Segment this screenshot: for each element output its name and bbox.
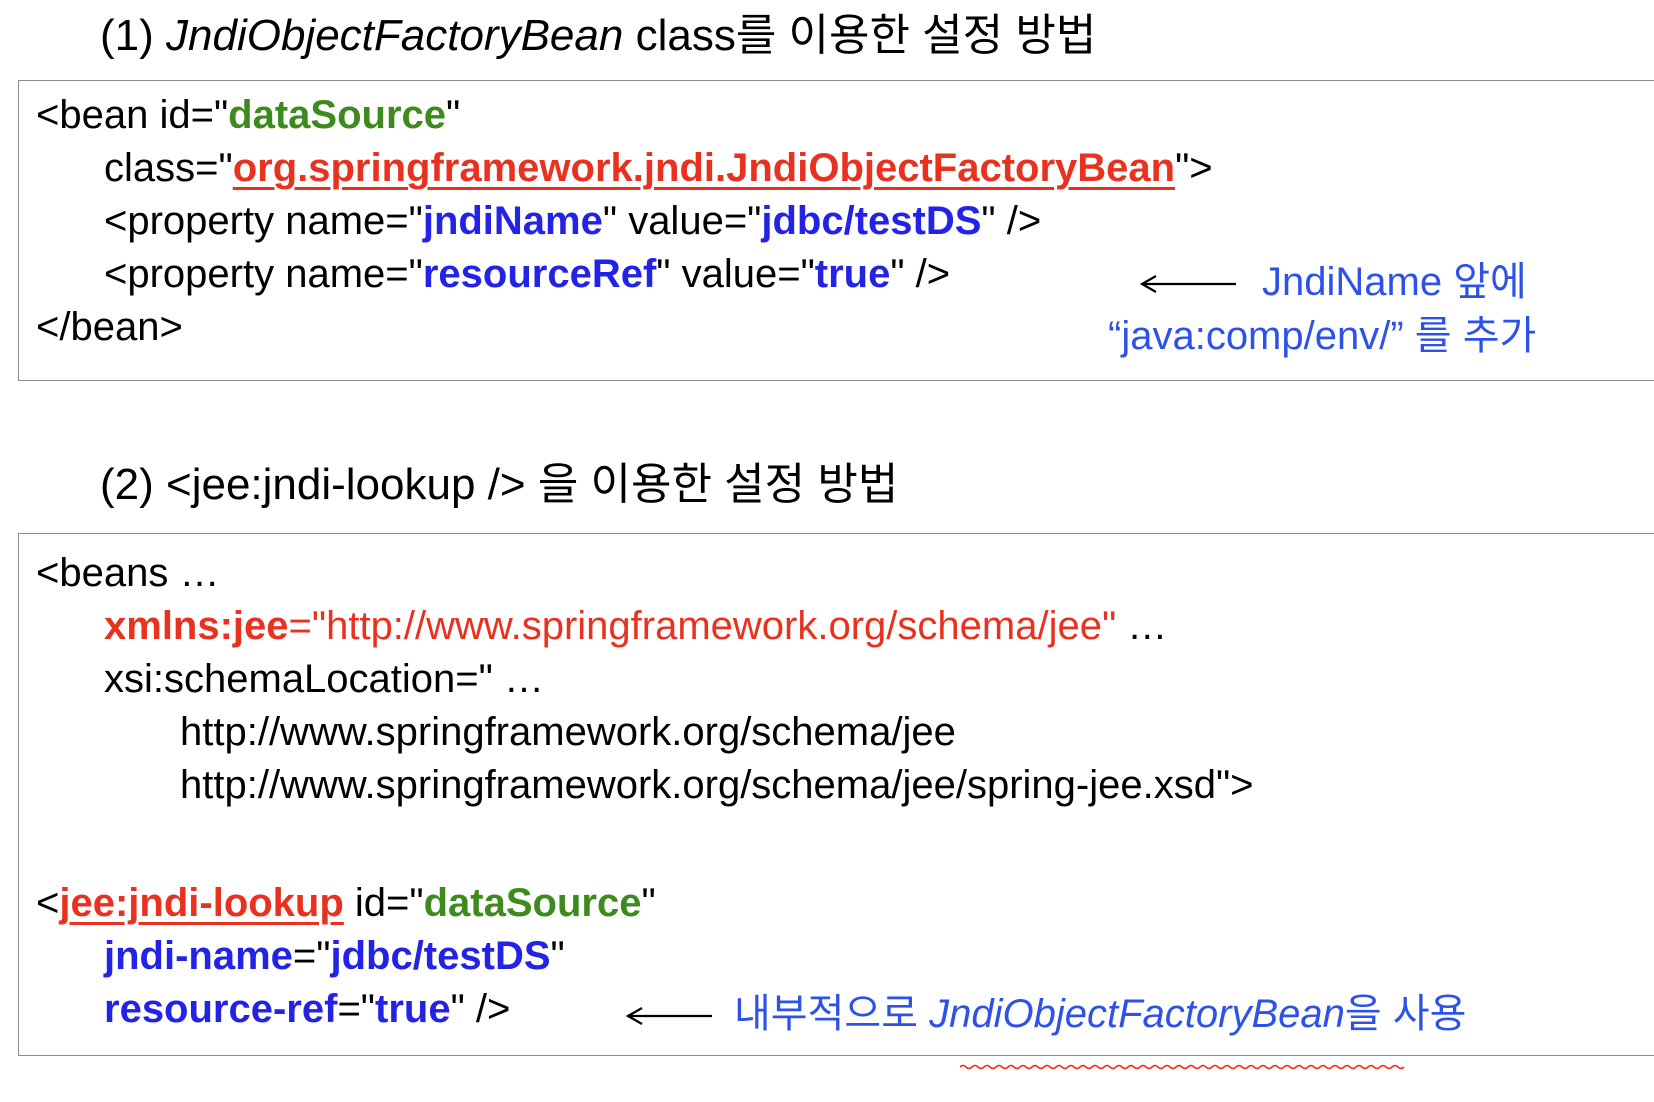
section1-heading-class-name: JndiObjectFactoryBean <box>166 11 624 60</box>
section2-heading-prefix: (2) <box>100 460 166 509</box>
s2-code-line-1: <beans … <box>36 551 220 595</box>
bean-id-value: dataSource <box>423 881 642 925</box>
code-text: <bean id=" <box>36 93 229 137</box>
note-class-name: JndiObjectFactoryBean <box>929 992 1345 1036</box>
code-text: <property name=" <box>104 252 423 296</box>
code-text: " <box>641 881 656 925</box>
jndi-lookup-tag: jee:jndi-lookup <box>59 881 344 925</box>
code-text: <property name=" <box>104 199 423 243</box>
section2-heading-tag: <jee:jndi-lookup /> <box>166 460 526 509</box>
section1-heading-suffix: class를 이용한 설정 방법 <box>623 11 1097 60</box>
s2-code-line-3: xsi:schemaLocation=" … <box>104 657 544 701</box>
code-text: " /> <box>450 987 511 1031</box>
code-text: " /> <box>981 199 1042 243</box>
property-name-value: jndiName <box>422 199 603 243</box>
s2-code-line-2: xmlns:jee="http://www.springframework.or… <box>104 602 1167 650</box>
jndi-name-attribute: jndi-name <box>104 934 293 978</box>
bean-id-value: dataSource <box>228 93 447 137</box>
section1-heading: (1) JndiObjectFactoryBean class를 이용한 설정 … <box>100 9 1096 63</box>
code-text: " value=" <box>602 199 762 243</box>
note-text: 내부적으로 <box>734 992 930 1036</box>
s2-code-line-8: resource-ref="true" /> <box>104 985 510 1033</box>
section2-heading: (2) <jee:jndi-lookup /> 을 이용한 설정 방법 <box>100 458 898 512</box>
property-value: true <box>814 252 891 296</box>
spellcheck-squiggle <box>959 1058 1418 1070</box>
left-arrow-icon <box>624 1006 714 1026</box>
code-text: =" <box>292 934 331 978</box>
s2-code-line-4: http://www.springframework.org/schema/je… <box>180 710 956 754</box>
property-name-value: resourceRef <box>422 252 657 296</box>
s1-code-line-5: </bean> <box>36 305 183 349</box>
property-value: jdbc/testDS <box>761 199 982 243</box>
bean-class-value: org.springframework.jndi.JndiObjectFacto… <box>232 146 1176 190</box>
s1-code-line-2: class="org.springframework.jndi.JndiObje… <box>104 144 1213 192</box>
code-text: … <box>1116 604 1168 648</box>
xmlns-attribute: xmlns:jee <box>104 604 289 648</box>
section1-heading-prefix: (1) <box>100 11 166 60</box>
note-text: 을 사용 <box>1344 992 1467 1036</box>
jndi-name-value: jdbc/testDS <box>330 934 551 978</box>
code-text: =" <box>337 987 375 1031</box>
s2-code-line-5: http://www.springframework.org/schema/je… <box>180 763 1254 807</box>
code-text: " value=" <box>656 252 815 296</box>
s2-code-line-6: <jee:jndi-lookup id="dataSource" <box>36 879 656 927</box>
code-text: class=" <box>104 146 233 190</box>
resource-ref-attribute: resource-ref <box>104 987 338 1031</box>
xmlns-value: ="http://www.springframework.org/schema/… <box>288 604 1117 648</box>
left-arrow-icon <box>1138 274 1238 294</box>
s1-note-line-1: JndiName 앞에 <box>1262 260 1527 304</box>
s1-code-line-3: <property name="jndiName" value="jdbc/te… <box>104 197 1041 245</box>
s2-code-line-7: jndi-name="jdbc/testDS" <box>104 932 565 980</box>
s2-note: 내부적으로 JndiObjectFactoryBean을 사용 <box>734 990 1466 1038</box>
code-text: "> <box>1175 146 1213 190</box>
section2-heading-suffix: 을 이용한 설정 방법 <box>525 460 899 509</box>
code-text: " /> <box>890 252 951 296</box>
code-text: < <box>36 881 60 925</box>
s1-note-line-2: “java:comp/env/” 를 추가 <box>1108 314 1537 358</box>
s1-code-line-4: <property name="resourceRef" value="true… <box>104 250 950 298</box>
code-text: " <box>446 93 461 137</box>
code-text: " <box>550 934 565 978</box>
code-text: id=" <box>343 881 424 925</box>
resource-ref-value: true <box>375 987 451 1031</box>
s1-code-line-1: <bean id="dataSource" <box>36 91 460 139</box>
